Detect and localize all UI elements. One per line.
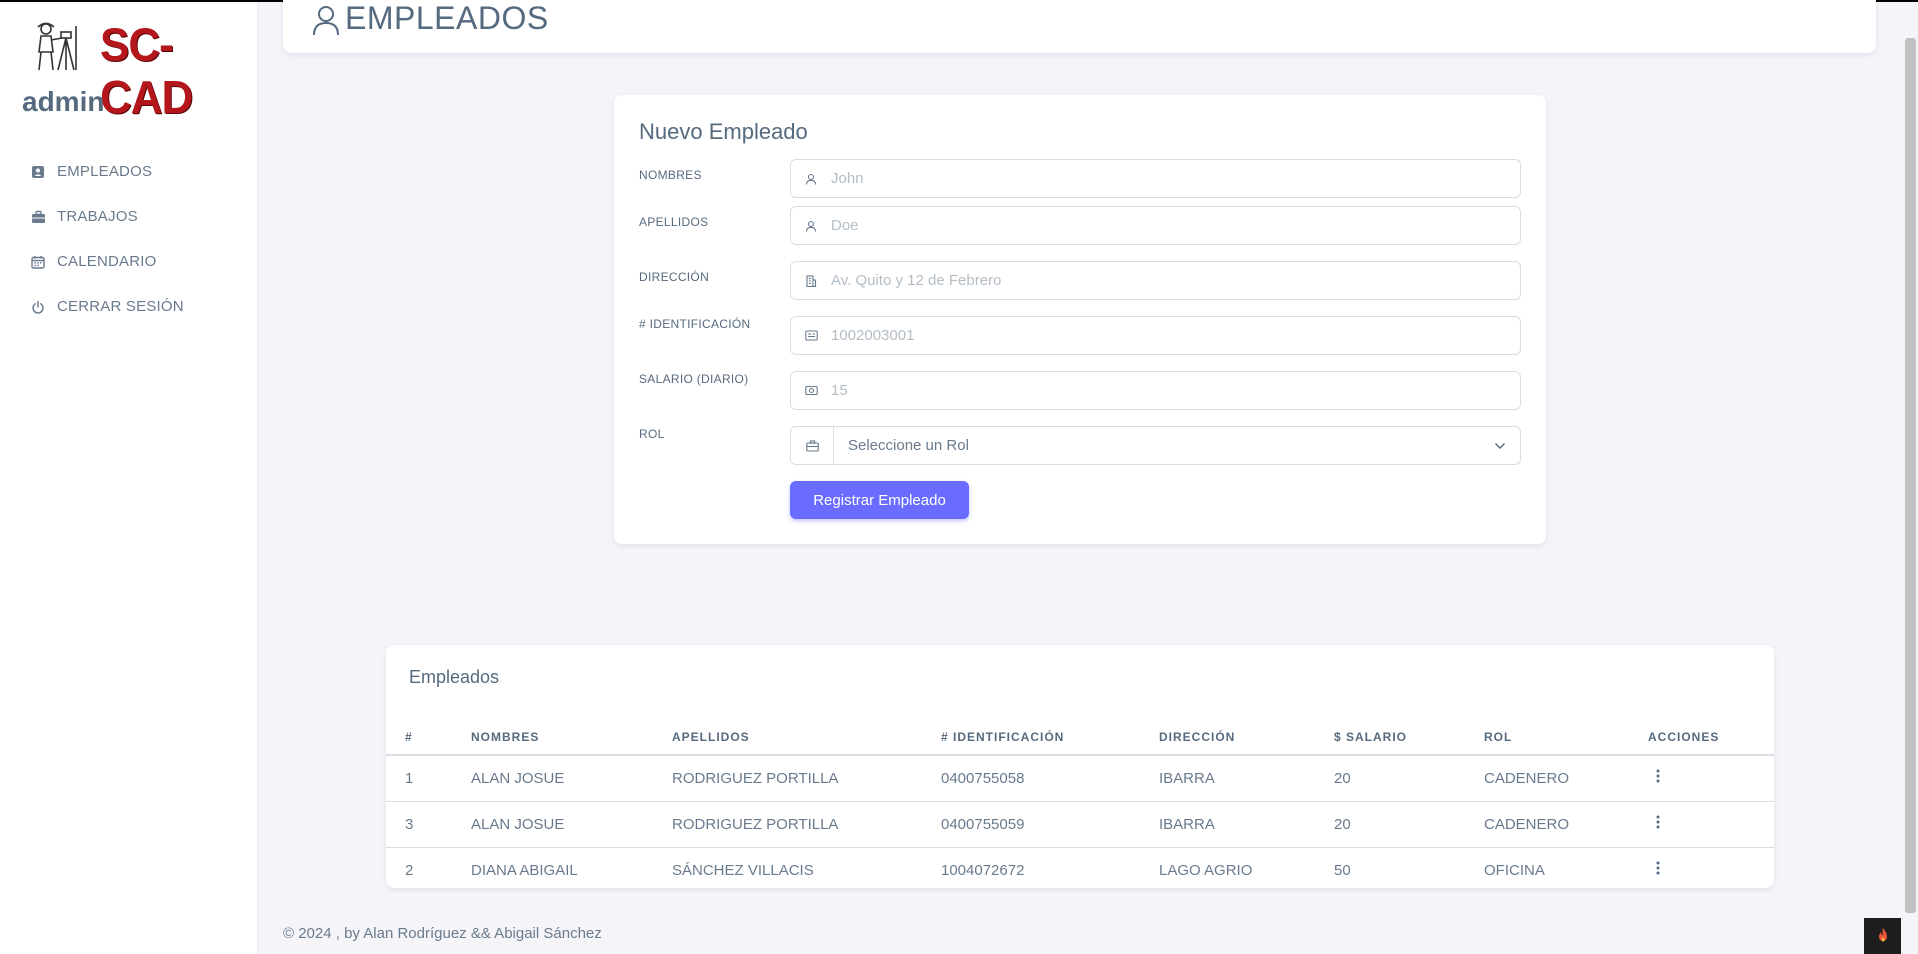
table-cell: IBARRA [1159, 755, 1334, 802]
column-header: ACCIONES [1648, 715, 1774, 756]
table-cell: ALAN JOSUE [471, 801, 672, 848]
direccion-field[interactable] [790, 261, 1521, 300]
table-cell: SÁNCHEZ VILLACIS [672, 861, 814, 879]
surveyor-logo-icon [37, 22, 77, 71]
apellidos-input[interactable] [831, 207, 1520, 244]
register-employee-button[interactable]: Registrar Empleado [790, 481, 969, 519]
power-icon [30, 299, 46, 315]
apellidos-label: APELLIDOS [639, 215, 709, 229]
sidebar-item-cerrar-sesion[interactable]: CERRAR SESIÓN [30, 284, 184, 329]
table-cell: 1 [386, 755, 471, 802]
sidebar-item-label: TRABAJOS [57, 208, 138, 225]
column-header: NOMBRES [471, 715, 672, 756]
user-name: admin [22, 86, 105, 117]
nombres-input[interactable] [831, 160, 1520, 197]
column-header: APELLIDOS [672, 715, 941, 756]
page-title: EMPLEADOS [345, 0, 549, 36]
page-scrollbar[interactable] [1905, 38, 1916, 913]
building-icon [791, 262, 831, 299]
id-card-icon [791, 317, 831, 354]
sidebar-item-label: CERRAR SESIÓN [57, 298, 184, 315]
identificacion-field[interactable] [790, 316, 1521, 355]
sidebar-item-label: EMPLEADOS [57, 163, 153, 180]
column-header: # [386, 715, 471, 756]
footer-text: © 2024 , by Alan Rodríguez && Abigail Sá… [283, 925, 602, 942]
table-cell: 0400755058 [941, 755, 1159, 802]
apellidos-field[interactable] [790, 206, 1521, 245]
column-header: ROL [1484, 715, 1648, 756]
table-row: 1 ALAN JOSUE RODRIGUEZ PORTILLA 04007550… [386, 755, 1774, 802]
table-header-row: # NOMBRES APELLIDOS # IDENTIFICACIÓN DIR… [386, 715, 1774, 756]
sidebar-item-label: CALENDARIO [57, 253, 157, 270]
table-cell: LAGO AGRIO [1159, 861, 1253, 879]
sidebar-item-trabajos[interactable]: TRABAJOS [30, 194, 184, 239]
table-cell: 0400755059 [941, 801, 1159, 848]
table-cell: 50 [1334, 861, 1351, 879]
table-row: 3 ALAN JOSUE RODRIGUEZ PORTILLA 04007550… [386, 801, 1774, 848]
table-cell: RODRIGUEZ PORTILLA [672, 801, 941, 848]
table-cell: OFICINA [1484, 861, 1545, 879]
sidebar-item-empleados[interactable]: EMPLEADOS [30, 149, 184, 194]
logo[interactable]: SC-CAD [30, 18, 220, 123]
table-cell: 20 [1334, 801, 1484, 848]
table-cell [1648, 801, 1774, 848]
rol-label: ROL [639, 427, 665, 441]
table-cell: IBARRA [1159, 801, 1334, 848]
table-cell [1648, 847, 1774, 888]
form-title: Nuevo Empleado [639, 119, 808, 144]
sidebar: SC-CAD admin EMPLEADOS TRABAJOS CALENDAR… [0, 2, 258, 954]
sidebar-menu: EMPLEADOS TRABAJOS CALENDARIO CERRAR SES… [30, 149, 184, 329]
briefcase-icon [791, 427, 834, 464]
badge-icon [30, 164, 46, 180]
identificacion-input[interactable] [831, 317, 1520, 354]
sidebar-item-calendario[interactable]: CALENDARIO [30, 239, 184, 284]
more-vertical-icon[interactable] [1648, 769, 1668, 787]
table-title: Empleados [409, 667, 500, 687]
table-cell: 2 [405, 861, 414, 879]
salario-field[interactable] [790, 371, 1521, 410]
user-icon [313, 6, 339, 36]
column-header: # IDENTIFICACIÓN [941, 715, 1159, 756]
flame-icon[interactable] [1864, 918, 1901, 954]
employees-table: # NOMBRES APELLIDOS # IDENTIFICACIÓN DIR… [386, 715, 1774, 888]
table-cell: RODRIGUEZ PORTILLA [672, 755, 941, 802]
user-icon [791, 207, 831, 244]
table-cell: CADENERO [1484, 801, 1648, 848]
identificacion-label: # IDENTIFICACIÓN [639, 317, 751, 331]
table-cell: 20 [1334, 755, 1484, 802]
nombres-label: NOMBRES [639, 168, 702, 182]
direccion-input[interactable] [831, 262, 1520, 299]
new-employee-form: Nuevo Empleado NOMBRES APELLIDOS DIRECCI… [614, 95, 1546, 544]
rol-selected-value: Seleccione un Rol [848, 437, 969, 454]
table-cell: DIANA ABIGAIL [471, 861, 578, 879]
user-icon [791, 160, 831, 197]
table-cell: ALAN JOSUE [471, 755, 672, 802]
chevron-down-icon [1480, 442, 1520, 450]
more-vertical-icon[interactable] [1648, 861, 1668, 879]
salario-label: SALARIO (DIARIO) [639, 372, 749, 386]
logo-text: SC-CAD [100, 19, 193, 124]
column-header: DIRECCIÓN [1159, 715, 1334, 756]
table-cell [1648, 755, 1774, 802]
money-icon [791, 372, 831, 409]
salario-input[interactable] [831, 372, 1520, 409]
table-cell: 1004072672 [941, 861, 1025, 879]
column-header: $ SALARIO [1334, 715, 1484, 756]
calendar-icon [30, 254, 46, 270]
table-row: 2 DIANA ABIGAIL SÁNCHEZ VILLACIS 1004072… [386, 847, 1774, 888]
employees-table-card: Empleados # NOMBRES APELLIDOS # IDENTIFI… [386, 645, 1774, 888]
nombres-field[interactable] [790, 159, 1521, 198]
direccion-label: DIRECCIÓN [639, 270, 710, 284]
page-header: EMPLEADOS [283, 0, 1876, 53]
table-cell: CADENERO [1484, 755, 1648, 802]
briefcase-icon [30, 209, 46, 225]
more-vertical-icon[interactable] [1648, 815, 1668, 833]
table-cell: 3 [386, 801, 471, 848]
rol-select[interactable]: Seleccione un Rol [790, 426, 1521, 465]
